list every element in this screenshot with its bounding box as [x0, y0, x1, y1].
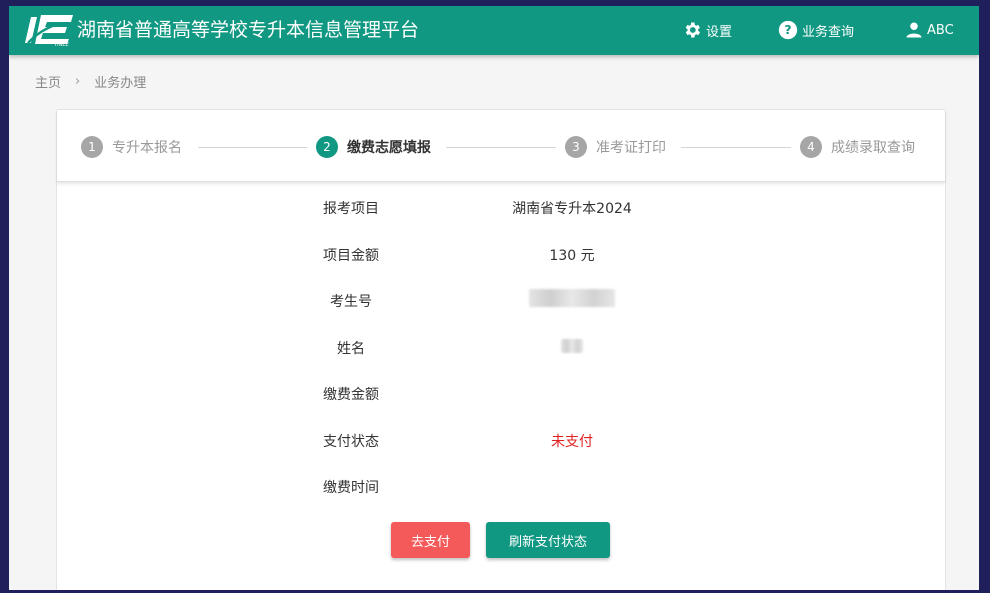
hnee-logo-icon[interactable]: HNEE [25, 13, 77, 47]
step-connector [198, 147, 307, 148]
amount-label: 项目金额 [291, 245, 411, 265]
top-navbar: HNEE 湖南省普通高等学校专升本信息管理平台 设置 ? 业务查询 ABC [9, 6, 979, 55]
breadcrumb-current: 业务办理 [94, 72, 146, 91]
settings-label: 设置 [706, 21, 732, 40]
svg-text:?: ? [784, 22, 791, 37]
settings-button[interactable]: 设置 [682, 16, 732, 44]
progress-stepper: 1 专升本报名 2 缴费志愿填报 3 准考证打印 4 成绩录取查询 [57, 110, 945, 182]
question-circle-icon: ? [778, 20, 798, 40]
redacted-name [561, 339, 583, 353]
name-value [492, 339, 652, 357]
step-label: 缴费志愿填报 [347, 137, 431, 157]
user-label: ABC [927, 23, 954, 38]
step-connector [446, 147, 556, 148]
step-label: 准考证打印 [596, 137, 666, 157]
business-query-label: 业务查询 [802, 21, 854, 40]
go-pay-button[interactable]: 去支付 [391, 522, 470, 558]
step-payment-preference[interactable]: 2 缴费志愿填报 [316, 136, 431, 158]
pay-time-label: 缴费时间 [291, 477, 411, 497]
step-number: 1 [81, 136, 103, 158]
refresh-payment-status-button[interactable]: 刷新支付状态 [486, 522, 610, 558]
name-label: 姓名 [291, 338, 411, 358]
app-window: HNEE 湖南省普通高等学校专升本信息管理平台 设置 ? 业务查询 ABC 主页 [9, 6, 979, 590]
breadcrumb-separator: › [75, 74, 80, 89]
exam-number-value [492, 289, 652, 311]
pay-status-value: 未支付 [492, 431, 652, 451]
step-score-query[interactable]: 4 成绩录取查询 [800, 136, 915, 158]
amount-value: 130 元 [492, 245, 652, 265]
step-number: 2 [316, 136, 338, 158]
gear-icon [682, 20, 702, 40]
app-title: 湖南省普通高等学校专升本信息管理平台 [77, 17, 419, 43]
project-label: 报考项目 [291, 198, 411, 218]
step-number: 3 [565, 136, 587, 158]
breadcrumb-home-link[interactable]: 主页 [35, 72, 61, 91]
step-number: 4 [800, 136, 822, 158]
redacted-exam-number [529, 289, 615, 307]
step-label: 成绩录取查询 [831, 137, 915, 157]
user-menu-button[interactable]: ABC [905, 16, 954, 44]
step-admission-ticket[interactable]: 3 准考证打印 [565, 136, 666, 158]
paid-amount-label: 缴费金额 [291, 384, 411, 404]
pay-status-label: 支付状态 [291, 431, 411, 451]
exam-number-label: 考生号 [291, 291, 411, 311]
business-card: 1 专升本报名 2 缴费志愿填报 3 准考证打印 4 成绩录取查询 报考项目 湖… [56, 109, 946, 590]
project-value: 湖南省专升本2024 [492, 198, 652, 218]
user-icon [905, 21, 923, 39]
breadcrumb: 主页 › 业务办理 [35, 72, 146, 91]
step-registration[interactable]: 1 专升本报名 [81, 136, 182, 158]
step-connector [681, 147, 791, 148]
svg-text:HNEE: HNEE [55, 42, 70, 47]
step-label: 专升本报名 [112, 137, 182, 157]
business-query-button[interactable]: ? 业务查询 [778, 16, 854, 44]
